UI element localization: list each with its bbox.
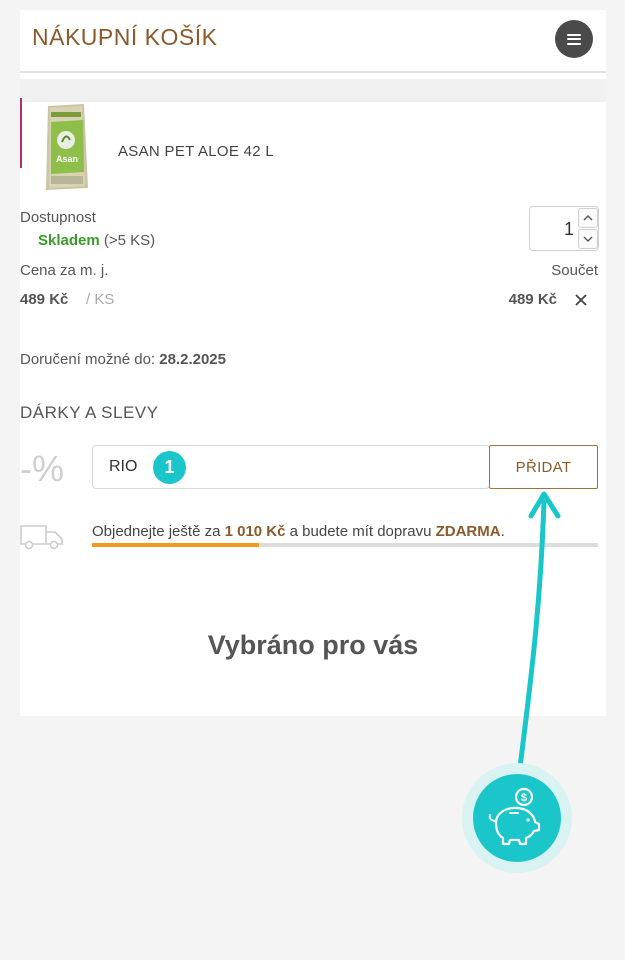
close-icon: [575, 294, 587, 306]
page-title: NÁKUPNÍ KOŠÍK: [32, 24, 218, 50]
shipping-middle: a budete mít dopravu: [289, 523, 432, 540]
product-name[interactable]: ASAN PET ALOE 42 L: [118, 143, 274, 160]
step-badge: 1: [153, 451, 186, 484]
shipping-free-label: ZDARMA: [435, 523, 501, 540]
total-label: Součet: [551, 262, 598, 279]
svg-text:$: $: [521, 792, 527, 804]
shipping-progress-bar: [92, 543, 598, 547]
cart-table-header-strip: [20, 79, 606, 102]
gifts-section-title: DÁRKY A SLEVY: [20, 403, 159, 422]
unit-suffix: / KS: [86, 291, 115, 308]
chevron-up-icon: [583, 215, 593, 221]
quantity-increase-button[interactable]: [578, 208, 598, 228]
quantity-value[interactable]: 1: [530, 219, 574, 240]
menu-button[interactable]: [555, 20, 593, 58]
coupon-input[interactable]: RIO 1: [92, 445, 490, 489]
savings-button[interactable]: $: [473, 774, 561, 862]
shipping-prefix: Objednejte ještě za: [92, 523, 221, 540]
product-image[interactable]: Asan: [42, 102, 90, 192]
chevron-down-icon: [583, 236, 593, 242]
delivery-date: 28.2.2025: [159, 351, 226, 368]
cart-header: NÁKUPNÍ KOŠÍK: [20, 10, 606, 73]
percent-icon: -%: [20, 448, 64, 489]
stock-status: Skladem: [38, 232, 100, 249]
add-coupon-button[interactable]: PŘIDAT: [489, 445, 598, 489]
shipping-progress-fill: [92, 543, 259, 547]
item-accent-bar: [20, 98, 22, 168]
availability-label: Dostupnost: [20, 209, 96, 226]
header-divider: [20, 71, 606, 73]
unit-price: 489 Kč: [20, 291, 69, 308]
quantity-stepper[interactable]: 1: [529, 206, 599, 251]
shipping-remaining-amount: 1 010 Kč: [224, 523, 286, 540]
stock-detail: (>5 KS): [103, 232, 156, 249]
cart-panel: NÁKUPNÍ KOŠÍK Asan ASAN PET ALOE 42 L Do…: [20, 10, 606, 716]
quantity-decrease-button[interactable]: [578, 229, 598, 249]
delivery-info: Doručení možné do: 28.2.2025: [20, 351, 226, 368]
coupon-value[interactable]: RIO: [109, 458, 137, 476]
free-shipping-message: Objednejte ještě za 1 010 Kč a budete mí…: [92, 523, 505, 540]
total-price: 489 Kč: [508, 291, 557, 308]
hamburger-icon: [567, 33, 581, 45]
recommendations-title: Vybráno pro vás: [207, 630, 419, 660]
stock-info: Skladem (>5 KS): [38, 232, 155, 249]
svg-text:Asan: Asan: [56, 154, 78, 164]
piggy-bank-icon: $: [488, 787, 541, 846]
shipping-suffix: .: [500, 523, 505, 540]
delivery-label: Doručení možné do:: [20, 351, 156, 368]
unit-price-label: Cena za m. j.: [20, 262, 109, 279]
remove-item-button[interactable]: [573, 291, 589, 309]
truck-icon: [20, 525, 63, 550]
